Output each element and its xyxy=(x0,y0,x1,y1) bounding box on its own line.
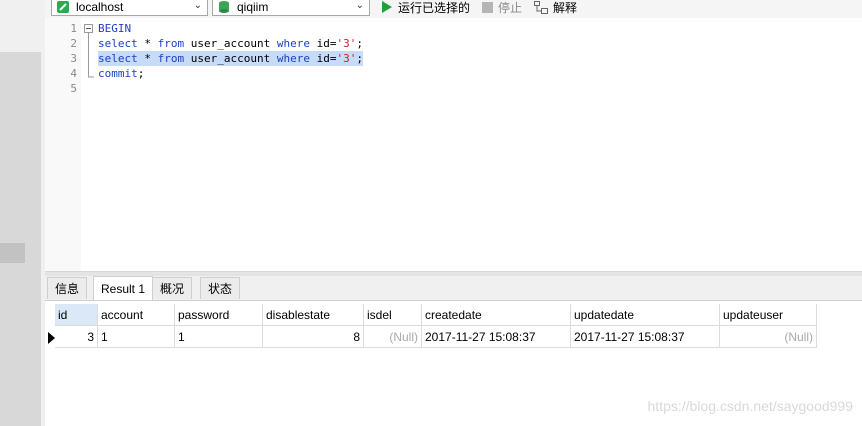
column-header-disablestate[interactable]: disablestate xyxy=(263,304,364,326)
result-tabs: 信息 Result 1 概况 状态 xyxy=(45,276,862,301)
code-line-2: select * from user_account where id='3'; xyxy=(98,36,363,51)
watermark-text: https://blog.csdn.net/saygood999 xyxy=(647,398,853,414)
explain-button[interactable]: 解释 xyxy=(534,0,577,16)
code-token: ; xyxy=(356,52,363,65)
chevron-down-icon: ⌄ xyxy=(193,0,202,11)
column-header-isdel[interactable]: isdel xyxy=(364,304,422,326)
code-token: id= xyxy=(309,37,337,50)
column-header-createdate[interactable]: createdate xyxy=(422,304,571,326)
fold-guide-line xyxy=(88,33,94,78)
code-line-3-selected: select * from user_account where id='3'; xyxy=(98,51,363,66)
connection-icon xyxy=(57,1,69,13)
code-token: user_account xyxy=(184,37,277,50)
code-token: ; xyxy=(137,67,145,80)
code-line-1: BEGIN xyxy=(98,21,131,36)
code-token: from xyxy=(157,37,185,50)
tab-result-1[interactable]: Result 1 xyxy=(93,276,154,300)
run-selected-label: 运行已选择的 xyxy=(398,0,471,15)
line-number: 3 xyxy=(70,52,77,65)
code-token: select xyxy=(98,52,138,65)
stop-icon xyxy=(482,1,493,13)
code-token: BEGIN xyxy=(98,22,132,35)
tab-info[interactable]: 信息 xyxy=(47,277,88,299)
chevron-down-icon: ⌄ xyxy=(355,0,364,11)
database-select[interactable]: qiqiim ⌄ xyxy=(212,0,370,16)
table-cell[interactable]: 1 xyxy=(175,326,263,348)
table-cell[interactable]: (Null) xyxy=(364,326,422,348)
table-cell[interactable]: (Null) xyxy=(720,326,817,348)
database-icon xyxy=(219,1,229,13)
run-selected-button[interactable]: 运行已选择的 xyxy=(381,0,470,16)
connection-label: localhost xyxy=(76,0,124,14)
code-token: commit xyxy=(98,67,138,80)
line-number: 4 xyxy=(70,67,77,80)
table-cell[interactable]: 3 xyxy=(55,326,98,348)
explain-icon xyxy=(534,0,548,14)
code-token: where xyxy=(276,37,310,50)
left-scrollbar-thumb[interactable] xyxy=(0,243,25,263)
table-cell[interactable]: 8 xyxy=(263,326,364,348)
line-number-gutter: 1 2 3 4 5 xyxy=(45,18,81,273)
code-token: * xyxy=(137,52,158,65)
column-header-updatedate[interactable]: updatedate xyxy=(571,304,720,326)
table-cell[interactable]: 2017-11-27 15:08:37 xyxy=(571,326,720,348)
code-token: id= xyxy=(309,52,337,65)
fold-toggle-icon[interactable] xyxy=(84,24,93,33)
column-header-id[interactable]: id xyxy=(55,304,98,326)
code-token: '3' xyxy=(336,52,357,65)
line-number: 2 xyxy=(70,37,77,50)
left-scrollbar[interactable] xyxy=(0,52,41,426)
code-line-4: commit; xyxy=(98,66,144,81)
code-token: from xyxy=(157,52,185,65)
column-header-account[interactable]: account xyxy=(98,304,175,326)
tab-status[interactable]: 状态 xyxy=(200,277,241,299)
table-cell[interactable]: 2017-11-27 15:08:37 xyxy=(422,326,571,348)
line-number: 1 xyxy=(70,22,77,35)
left-panel xyxy=(0,0,45,426)
explain-label: 解释 xyxy=(553,0,578,15)
sql-editor[interactable]: 1 2 3 4 5 BEGIN select * from user_accou… xyxy=(45,18,862,273)
code-token: * xyxy=(137,37,158,50)
tab-profile[interactable]: 概况 xyxy=(152,277,193,299)
code-token: '3' xyxy=(336,37,357,50)
line-number: 5 xyxy=(70,82,77,95)
column-header-updateuser[interactable]: updateuser xyxy=(720,304,817,326)
column-header-password[interactable]: password xyxy=(175,304,263,326)
code-token: where xyxy=(276,52,310,65)
current-row-indicator-icon xyxy=(48,332,55,344)
code-token: select xyxy=(98,37,138,50)
stop-label: 停止 xyxy=(498,0,523,15)
query-toolbar: localhost ⌄ qiqiim ⌄ 运行已选择的 停止 解释 xyxy=(45,0,862,18)
database-label: qiqiim xyxy=(237,0,269,14)
code-token: ; xyxy=(356,37,363,50)
stop-button[interactable]: 停止 xyxy=(482,0,522,16)
code-token: user_account xyxy=(184,52,277,65)
connection-select[interactable]: localhost ⌄ xyxy=(51,0,208,16)
table-cell[interactable]: 1 xyxy=(98,326,175,348)
play-icon xyxy=(382,1,392,13)
